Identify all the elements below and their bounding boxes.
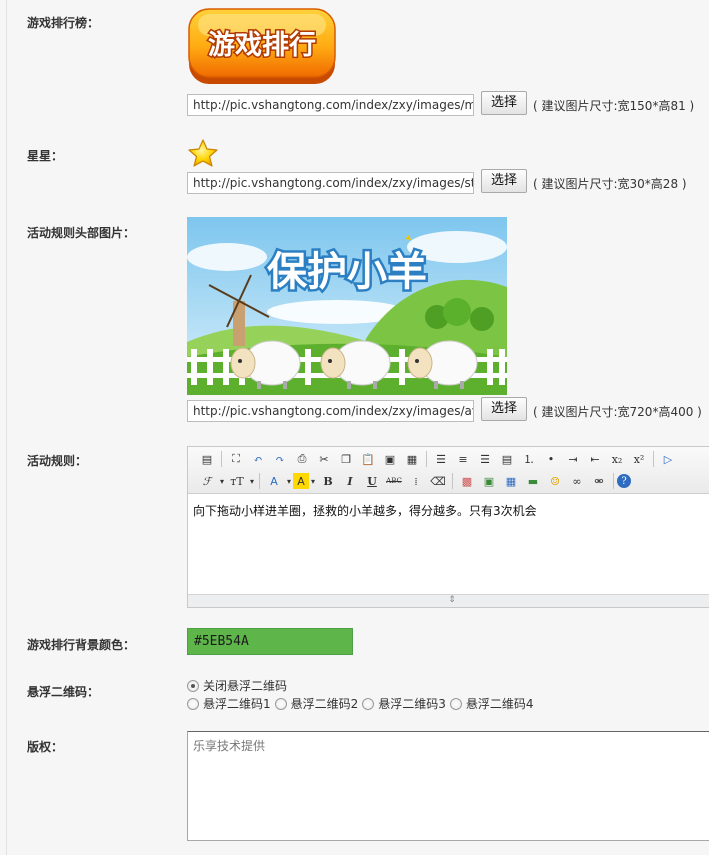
font-color-icon[interactable]: A	[263, 471, 285, 491]
radio-button[interactable]	[362, 697, 375, 710]
star-url-input[interactable]: http://pic.vshangtong.com/index/zxy/imag…	[187, 172, 474, 194]
link-icon[interactable]: ∞	[566, 471, 588, 491]
radio-button[interactable]	[187, 697, 199, 710]
editor-toolbar-row-2: ℱ ▾ тT ▾ A ▾ A ▾ B I U ABC ⁞ ⌫ ▩ ▣ ▦ ▬ ☺…	[188, 470, 631, 492]
more-icon[interactable]: ▷	[657, 449, 679, 469]
strikethrough-icon[interactable]: ABC	[383, 471, 405, 491]
qrcode-option-1[interactable]: 悬浮二维码1	[187, 695, 271, 712]
qrcode-option-off[interactable]: 关闭悬浮二维码	[187, 677, 287, 694]
ordered-list-icon[interactable]: ⒈	[518, 449, 540, 469]
editor-toolbar-row-1: ▤ ⛶ ↶ ↷ ⎙ ✂ ❐ 📋 ▣ ▦ ☰ ≡ ☰ ▤ ⒈ • ⇥ ⇤ x₂ x…	[188, 448, 679, 470]
header-image-label: 活动规则头部图片：	[27, 226, 136, 240]
cut-icon[interactable]: ✂	[313, 449, 335, 469]
italic-icon[interactable]: I	[339, 471, 361, 491]
qrcode-option-label: 悬浮二维码1	[203, 697, 271, 711]
align-left-icon[interactable]: ☰	[430, 449, 452, 469]
editor-toolbar: ▤ ⛶ ↶ ↷ ⎙ ✂ ❐ 📋 ▣ ▦ ☰ ≡ ☰ ▤ ⒈ • ⇥ ⇤ x₂ x…	[188, 447, 709, 494]
copy-icon[interactable]: ❐	[335, 449, 357, 469]
radio-button[interactable]	[449, 697, 462, 710]
font-family-icon[interactable]: ℱ	[196, 471, 218, 491]
emoji-icon[interactable]: ☺	[544, 471, 566, 491]
font-size-icon[interactable]: тT	[226, 471, 248, 491]
image-icon[interactable]: ▣	[478, 471, 500, 491]
qrcode-radio-group-row-2: 悬浮二维码1 悬浮二维码2 悬浮二维码3 悬浮二维码4	[187, 695, 538, 712]
chevron-down-icon[interactable]: ▾	[248, 471, 256, 491]
header-image-choose-button[interactable]: 选择	[481, 397, 527, 421]
rank-image-text: 游戏排行	[208, 29, 316, 61]
star-icon[interactable]	[188, 139, 218, 167]
superscript-icon[interactable]: x²	[628, 449, 650, 469]
qrcode-radio-group-row-1: 关闭悬浮二维码	[187, 677, 291, 694]
copyright-textarea[interactable]: 乐享技术提供	[187, 731, 709, 841]
qrcode-option-label: 悬浮二维码3	[378, 697, 446, 711]
qrcode-label: 悬浮二维码：	[27, 685, 100, 699]
radio-button[interactable]	[274, 697, 287, 710]
qrcode-option-2[interactable]: 悬浮二维码2	[274, 695, 359, 712]
rules-label: 活动规则：	[27, 454, 88, 468]
star-size-hint: ( 建议图片尺寸:宽30*高28 )	[533, 177, 687, 191]
qrcode-option-3[interactable]: 悬浮二维码3	[362, 695, 446, 712]
qrcode-option-label: 悬浮二维码2	[290, 697, 359, 711]
undo-icon[interactable]: ↶	[247, 449, 269, 469]
highlight-icon[interactable]: A	[293, 473, 309, 489]
align-justify-icon[interactable]: ▤	[496, 449, 518, 469]
rank-choose-button[interactable]: 选择	[481, 91, 527, 115]
rank-label: 游戏排行榜：	[27, 16, 100, 30]
rules-editor[interactable]: ▤ ⛶ ↶ ↷ ⎙ ✂ ❐ 📋 ▣ ▦ ☰ ≡ ☰ ▤ ⒈ • ⇥ ⇤ x₂ x…	[187, 446, 709, 608]
chevron-down-icon[interactable]: ▾	[218, 471, 226, 491]
image-upload-icon[interactable]: ▩	[456, 471, 478, 491]
chevron-down-icon[interactable]: ▾	[309, 471, 317, 491]
rank-url-input[interactable]: http://pic.vshangtong.com/index/zxy/imag…	[187, 94, 474, 116]
paste-word-icon[interactable]: ▦	[401, 449, 423, 469]
bold-icon[interactable]: B	[317, 471, 339, 491]
unordered-list-icon[interactable]: •	[540, 449, 562, 469]
header-image-url-input[interactable]: http://pic.vshangtong.com/index/zxy/imag…	[187, 400, 474, 422]
fullscreen-icon[interactable]: ⛶	[225, 449, 247, 469]
table-icon[interactable]: ▦	[500, 471, 522, 491]
editor-resize-handle[interactable]: ⇕	[188, 594, 709, 607]
qrcode-option-label: 悬浮二维码4	[465, 697, 534, 711]
rank-size-hint: ( 建议图片尺寸:宽150*高81 )	[533, 99, 695, 113]
subscript-icon[interactable]: x₂	[606, 449, 628, 469]
indent-icon[interactable]: ⇥	[562, 449, 584, 469]
bg-color-input[interactable]: #5EB54A	[187, 628, 353, 655]
chevron-down-icon[interactable]: ▾	[285, 471, 293, 491]
line-height-icon[interactable]: ⁞	[405, 471, 427, 491]
print-icon[interactable]: ⎙	[291, 449, 313, 469]
radio-button[interactable]	[187, 679, 199, 692]
source-icon[interactable]: ▤	[196, 449, 218, 469]
underline-icon[interactable]: U	[361, 471, 383, 491]
outdent-icon[interactable]: ⇤	[584, 449, 606, 469]
hr-icon[interactable]: ▬	[522, 471, 544, 491]
align-right-icon[interactable]: ☰	[474, 449, 496, 469]
eraser-icon[interactable]: ⌫	[427, 471, 449, 491]
header-image-size-hint: ( 建议图片尺寸:宽720*高400 )	[533, 405, 702, 419]
help-icon[interactable]: ?	[617, 474, 631, 488]
paste-text-icon[interactable]: ▣	[379, 449, 401, 469]
redo-icon[interactable]: ↷	[269, 449, 291, 469]
qrcode-option-label: 关闭悬浮二维码	[203, 679, 288, 693]
paste-icon[interactable]: 📋	[357, 449, 379, 469]
bg-color-label: 游戏排行背景颜色：	[27, 638, 136, 652]
header-image-preview[interactable]: 保护小羊	[187, 217, 507, 395]
banner-title: 保护小羊	[267, 249, 427, 295]
align-center-icon[interactable]: ≡	[452, 449, 474, 469]
copyright-label: 版权：	[27, 740, 64, 754]
star-choose-button[interactable]: 选择	[481, 169, 527, 193]
rank-image-preview[interactable]: 游戏排行	[188, 8, 336, 86]
unlink-icon[interactable]: ⚮	[588, 471, 610, 491]
left-border	[6, 0, 7, 855]
qrcode-option-4[interactable]: 悬浮二维码4	[449, 695, 534, 712]
star-label: 星星：	[27, 149, 64, 163]
